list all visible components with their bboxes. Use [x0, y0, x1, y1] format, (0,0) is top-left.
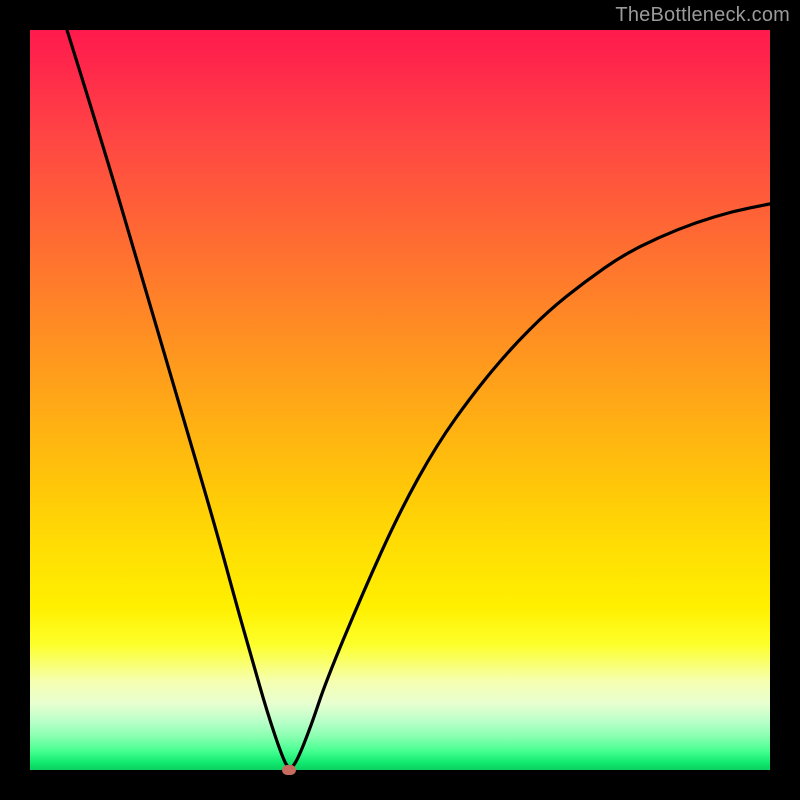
bottleneck-curve: [30, 30, 770, 770]
watermark-text: TheBottleneck.com: [615, 4, 790, 27]
chart-frame: TheBottleneck.com: [0, 0, 800, 800]
plot-area: [30, 30, 770, 770]
optimal-point-marker: [282, 765, 296, 775]
